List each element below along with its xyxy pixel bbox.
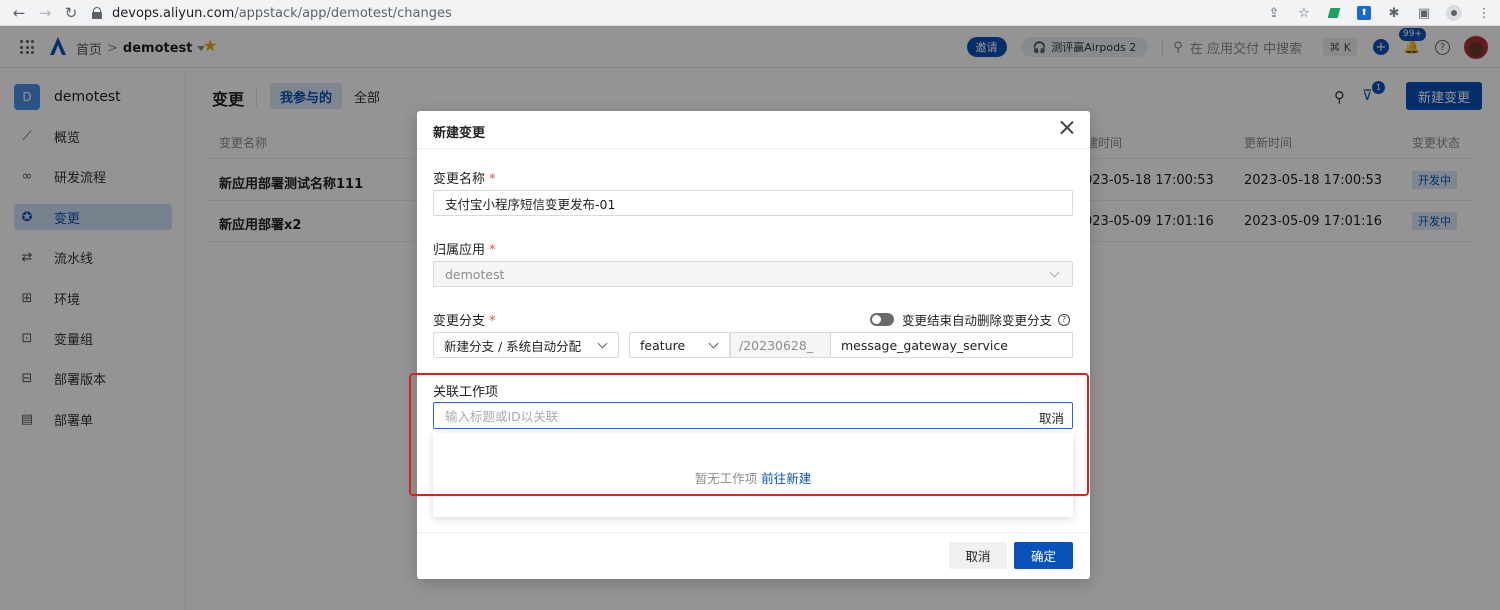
required-mark: *	[489, 314, 496, 329]
close-icon[interactable]	[1060, 120, 1074, 134]
reload-icon[interactable]: ↻	[58, 0, 84, 26]
forward-icon[interactable]: →	[32, 0, 58, 26]
share-icon[interactable]: ⇪	[1266, 5, 1282, 21]
toggle-label: 变更结束自动删除变更分支	[901, 313, 1052, 328]
lock-icon	[92, 7, 102, 19]
highlight-annotation	[409, 373, 1089, 496]
confirm-button[interactable]: 确定	[1014, 542, 1073, 569]
cancel-button[interactable]: 取消	[949, 542, 1007, 569]
menu-dots-icon[interactable]: ⋮	[1476, 5, 1492, 21]
branch-mode-select[interactable]: 新建分支 / 系统自动分配	[433, 332, 619, 358]
url-host: devops.aliyun.com	[112, 5, 235, 21]
chevron-down-icon	[597, 338, 608, 349]
profile-icon[interactable]	[1446, 5, 1462, 21]
address-bar[interactable]: devops.aliyun.com/appstack/app/demotest/…	[92, 2, 1242, 24]
new-change-dialog: 新建变更 变更名称 * 支付宝小程序短信变更发布-01 归属应用 * demotes…	[417, 111, 1090, 579]
app-select: demotest	[433, 261, 1073, 287]
branch-label: 变更分支 *	[433, 310, 496, 329]
browser-toolbar: ← → ↻ devops.aliyun.com/appstack/app/dem…	[0, 0, 1500, 26]
url-path: /appstack/app/demotest/changes	[234, 5, 452, 21]
branch-mode-value: 新建分支 / 系统自动分配	[444, 338, 582, 354]
label-text: 变更分支	[433, 314, 486, 329]
app-select-value: demotest	[445, 266, 505, 282]
chevron-down-icon	[708, 338, 719, 349]
bookmark-star-icon[interactable]: ☆	[1296, 5, 1312, 21]
extension-blue-icon[interactable]: ⬆	[1356, 5, 1372, 21]
label-text: 变更名称	[433, 172, 486, 187]
dialog-header: 新建变更	[417, 111, 1090, 149]
label-text: 归属应用	[433, 243, 486, 258]
help-icon[interactable]: ?	[1058, 313, 1070, 326]
required-mark: *	[489, 243, 496, 258]
required-mark: *	[489, 172, 496, 187]
branch-type-value: feature	[640, 337, 686, 353]
branch-name-input[interactable]: message_gateway_service	[830, 332, 1073, 358]
change-name-label: 变更名称 *	[433, 168, 496, 187]
branch-type-select[interactable]: feature	[629, 332, 730, 358]
chevron-down-icon	[1049, 267, 1060, 278]
back-icon[interactable]: ←	[6, 0, 32, 26]
extension-green-icon[interactable]	[1326, 5, 1342, 21]
auto-delete-branch-toggle[interactable]	[869, 313, 894, 326]
app-label: 归属应用 *	[433, 239, 496, 258]
puzzle-icon[interactable]: ✱	[1386, 5, 1402, 21]
dialog-title: 新建变更	[433, 126, 486, 141]
dialog-footer-divider	[417, 532, 1090, 533]
branch-prefix: /20230628_	[730, 332, 830, 358]
auto-delete-branch-row: 变更结束自动删除变更分支 ?	[869, 310, 1070, 329]
sidepanel-icon[interactable]: ▣	[1416, 5, 1432, 21]
change-name-input[interactable]: 支付宝小程序短信变更发布-01	[433, 190, 1073, 216]
